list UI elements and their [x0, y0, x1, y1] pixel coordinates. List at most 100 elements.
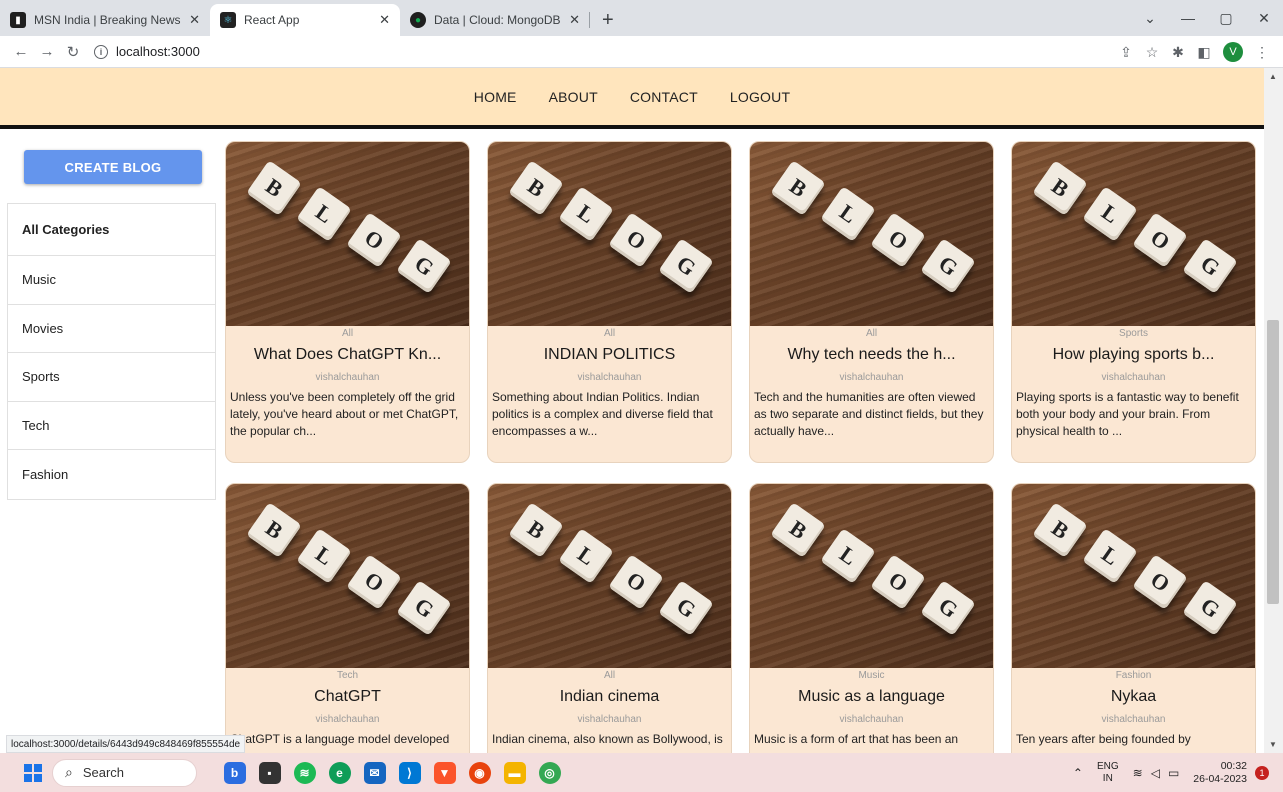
- category-all[interactable]: All Categories: [8, 204, 215, 256]
- close-tab-icon[interactable]: ✕: [189, 12, 200, 28]
- post-thumbnail[interactable]: BLOG: [750, 484, 993, 668]
- post-card[interactable]: B L O G All Indian cinema vishalchauhan Indian …: [487, 483, 732, 753]
- post-author: vishalchauhan: [1101, 372, 1166, 383]
- post-thumbnail[interactable]: BLOG: [488, 484, 731, 668]
- post-title: How playing sports b...: [1052, 346, 1215, 363]
- link-status-bar: localhost:3000/details/6443d949c848469f8…: [6, 735, 246, 753]
- forward-icon[interactable]: →: [34, 43, 60, 60]
- tab-title: Data | Cloud: MongoDB Cloud: [434, 13, 561, 27]
- post-description: Music is a form of art that has been an: [754, 732, 959, 746]
- letter-tile: B: [770, 160, 826, 216]
- vscode-icon[interactable]: ⟩: [398, 761, 421, 784]
- post-card[interactable]: B L O G All Why tech needs the h... vishalchau…: [749, 141, 994, 463]
- post-thumbnail[interactable]: BLOG: [1012, 142, 1255, 326]
- region-code: IN: [1102, 772, 1113, 784]
- post-thumbnail[interactable]: BLOG: [750, 142, 993, 326]
- post-card[interactable]: B L O G All INDIAN POLITICS vishalchauhan Somet…: [487, 141, 732, 463]
- extensions-icon[interactable]: ✱: [1165, 44, 1191, 61]
- mail-icon[interactable]: ✉: [363, 761, 386, 784]
- post-description: Unless you've been completely off the gr…: [230, 390, 459, 438]
- post-card[interactable]: B L O G Music Music as a language vishalchauha…: [749, 483, 994, 753]
- nav-logout-link[interactable]: LOGOUT: [730, 89, 790, 105]
- close-tab-icon[interactable]: ✕: [379, 12, 390, 28]
- post-card[interactable]: B L O G Sports How playing sports b... vishalc…: [1011, 141, 1256, 463]
- site-navbar: HOME ABOUT CONTACT LOGOUT: [0, 68, 1264, 129]
- profile-avatar[interactable]: V: [1223, 42, 1243, 62]
- battery-icon[interactable]: ▭: [1168, 766, 1179, 780]
- volume-icon[interactable]: ◁: [1151, 766, 1160, 780]
- windows-start-icon[interactable]: [24, 763, 42, 782]
- tab-mongodb[interactable]: ● Data | Cloud: MongoDB Cloud ✕: [400, 4, 590, 36]
- close-window-icon[interactable]: ✕: [1245, 10, 1283, 27]
- new-tab-button[interactable]: +: [590, 4, 626, 36]
- post-card[interactable]: B L O G Tech ChatGPT vishalchauhan ChatGPT is a…: [225, 483, 470, 753]
- nav-contact-link[interactable]: CONTACT: [630, 89, 698, 105]
- restore-icon[interactable]: ▢: [1207, 10, 1245, 27]
- create-blog-button[interactable]: CREATE BLOG: [24, 150, 202, 184]
- nav-about-link[interactable]: ABOUT: [549, 89, 598, 105]
- scroll-down-icon[interactable]: ▼: [1269, 740, 1277, 749]
- category-movies[interactable]: Movies: [8, 305, 215, 353]
- site-info-icon[interactable]: i: [94, 44, 108, 59]
- language-indicator[interactable]: ENG IN: [1097, 761, 1119, 785]
- tab-search-icon[interactable]: ⌄: [1131, 10, 1169, 27]
- chrome-icon[interactable]: ◎: [538, 761, 561, 784]
- system-clock[interactable]: 00:32 26-04-2023: [1193, 760, 1247, 786]
- file-explorer-icon[interactable]: ▬: [503, 761, 526, 784]
- letter-tile: L: [296, 186, 352, 242]
- post-description: Indian cinema, also known as Bollywood, …: [492, 732, 723, 746]
- post-thumbnail[interactable]: BLOG: [1012, 484, 1255, 668]
- category-fashion[interactable]: Fashion: [8, 450, 215, 499]
- side-panel-icon[interactable]: ◧: [1191, 44, 1217, 61]
- bing-icon[interactable]: b: [223, 761, 246, 784]
- letter-tile: L: [558, 528, 614, 584]
- address-bar[interactable]: i localhost:3000: [94, 44, 200, 59]
- taskbar-search[interactable]: ⌕ Search: [52, 758, 197, 787]
- show-hidden-icons-icon[interactable]: ⌃: [1073, 766, 1083, 780]
- react-icon: ⚛: [220, 12, 236, 28]
- mongodb-icon: ●: [410, 12, 426, 28]
- bookmark-star-icon[interactable]: ☆: [1139, 44, 1165, 61]
- brave-icon[interactable]: ▼: [433, 761, 456, 784]
- post-thumbnail[interactable]: BLOG: [226, 484, 469, 668]
- page-scrollbar[interactable]: ▲ ▼: [1264, 68, 1283, 753]
- task-view-icon[interactable]: ▪: [258, 761, 281, 784]
- post-description: Playing sports is a fantastic way to ben…: [1016, 390, 1239, 438]
- nav-home-link[interactable]: HOME: [474, 89, 517, 105]
- firefox-icon[interactable]: ◉: [468, 761, 491, 784]
- reload-icon[interactable]: ↻: [60, 43, 86, 61]
- toolbar-actions: ⇪ ☆ ✱ ◧ V ⋮: [1113, 36, 1275, 68]
- category-music[interactable]: Music: [8, 256, 215, 305]
- post-card[interactable]: B L O G Fashion Nykaa vishalchauhan Ten years a…: [1011, 483, 1256, 753]
- category-tech[interactable]: Tech: [8, 402, 215, 450]
- blog-tiles-image: BLOG: [506, 160, 731, 294]
- share-icon[interactable]: ⇪: [1113, 44, 1139, 61]
- post-thumbnail[interactable]: BLOG: [226, 142, 469, 326]
- letter-tile: O: [608, 212, 664, 268]
- post-author: vishalchauhan: [839, 372, 904, 383]
- notification-badge[interactable]: 1: [1255, 765, 1269, 780]
- post-description: Ten years after being founded by: [1016, 732, 1191, 746]
- letter-tile: G: [658, 238, 714, 294]
- tab-react-app[interactable]: ⚛ React App ✕: [210, 4, 400, 36]
- wifi-icon[interactable]: ≋: [1133, 766, 1143, 780]
- menu-icon[interactable]: ⋮: [1249, 44, 1275, 61]
- letter-tile: L: [820, 528, 876, 584]
- tab-msn[interactable]: ▮ MSN India | Breaking News, Ente ✕: [0, 4, 210, 36]
- spotify-icon[interactable]: ≋: [293, 761, 316, 784]
- post-title: Nykaa: [1110, 688, 1157, 705]
- back-icon[interactable]: ←: [8, 43, 34, 60]
- letter-tile: B: [246, 160, 302, 216]
- category-sports[interactable]: Sports: [8, 353, 215, 402]
- browser-tab-strip: ▮ MSN India | Breaking News, Ente ✕ ⚛ Re…: [0, 0, 1283, 36]
- scroll-up-icon[interactable]: ▲: [1269, 72, 1277, 81]
- taskbar-apps: b ▪ ≋ e ✉ ⟩ ▼ ◉ ▬ ◎: [217, 761, 567, 784]
- letter-tile: L: [820, 186, 876, 242]
- scrollbar-thumb[interactable]: [1267, 320, 1279, 604]
- post-card[interactable]: B L O G All What Does ChatGPT Kn... vishalchau…: [225, 141, 470, 463]
- minimize-icon[interactable]: —: [1169, 10, 1207, 26]
- letter-tile: B: [246, 502, 302, 558]
- edge-icon[interactable]: e: [328, 761, 351, 784]
- close-tab-icon[interactable]: ✕: [569, 12, 580, 28]
- post-thumbnail[interactable]: BLOG: [488, 142, 731, 326]
